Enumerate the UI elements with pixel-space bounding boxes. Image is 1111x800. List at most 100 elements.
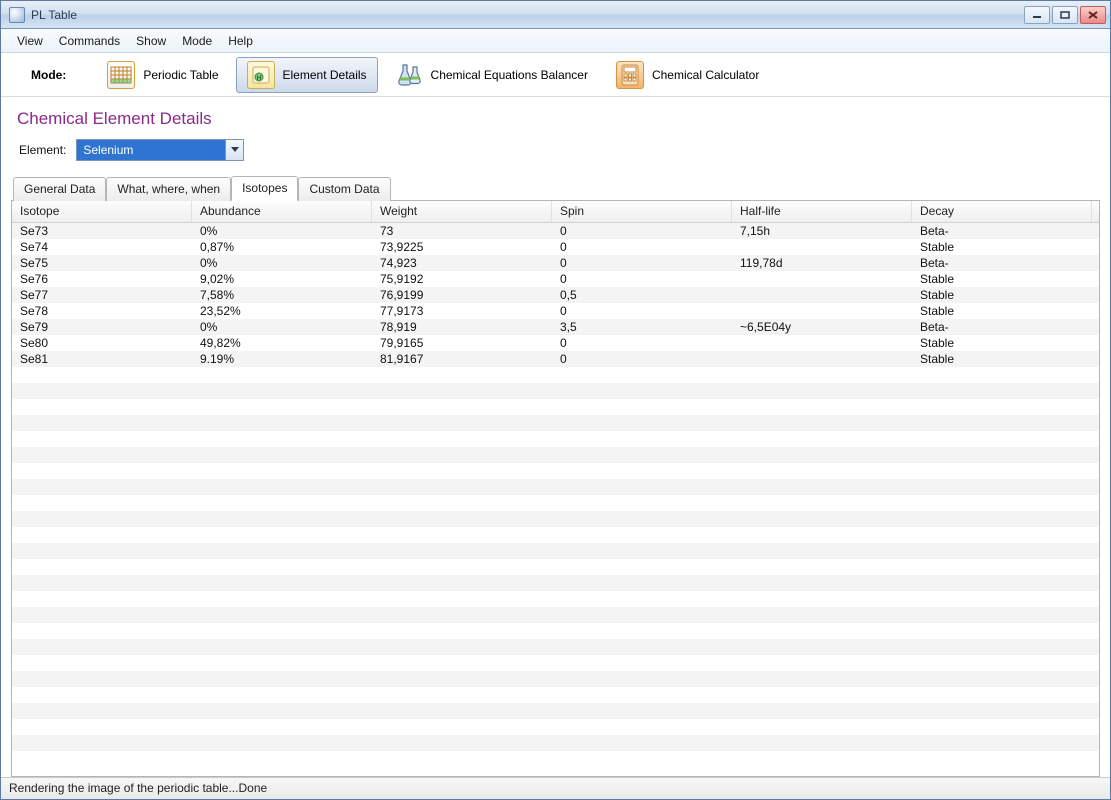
menubar: View Commands Show Mode Help (1, 29, 1110, 53)
element-label: Element: (19, 143, 66, 157)
table-row-empty (12, 751, 1099, 767)
table-cell: 0,5 (552, 288, 732, 302)
toolbar-periodic-table[interactable]: Periodic Table (96, 57, 229, 93)
tab-isotopes[interactable]: Isotopes (231, 176, 298, 201)
toolbar-label: Chemical Calculator (652, 68, 759, 82)
table-row[interactable]: Se819.19%81,91670 Stable (12, 351, 1099, 367)
table-cell: 0% (192, 320, 372, 334)
table-body[interactable]: Se730%7307,15hBeta-Se740,87%73,92250Stab… (12, 223, 1099, 776)
minimize-button[interactable] (1024, 6, 1050, 24)
table-row[interactable]: Se769,02%75,91920Stable (12, 271, 1099, 287)
table-row-empty (12, 383, 1099, 399)
table-row[interactable]: Se777,58%76,91990,5Stable (12, 287, 1099, 303)
table-cell: 78,919 (372, 320, 552, 334)
table-cell: 9.19% (192, 352, 372, 366)
svg-text:H: H (256, 75, 261, 82)
element-selector-row: Element: Selenium (19, 139, 1100, 161)
table-cell: Stable (912, 352, 1092, 366)
toolbar-equations-balancer[interactable]: Chemical Equations Balancer (384, 57, 599, 93)
table-cell: Stable (912, 304, 1092, 318)
menu-view[interactable]: View (9, 31, 51, 51)
table-row-empty (12, 559, 1099, 575)
table-cell: Se73 (12, 224, 192, 238)
window-controls (1024, 6, 1106, 24)
app-icon (9, 7, 25, 23)
table-cell: Stable (912, 336, 1092, 350)
table-row[interactable]: Se7823,52%77,91730Stable (12, 303, 1099, 319)
table-row-empty (12, 671, 1099, 687)
table-row-empty (12, 655, 1099, 671)
table-row-empty (12, 575, 1099, 591)
table-row[interactable]: Se8049,82%79,91650Stable (12, 335, 1099, 351)
table-cell: ~6,5E04y (732, 320, 912, 334)
column-weight[interactable]: Weight (372, 201, 552, 222)
table-cell: Se78 (12, 304, 192, 318)
table-cell: Beta- (912, 256, 1092, 270)
minimize-icon (1032, 11, 1042, 19)
toolbar-label: Element Details (283, 68, 367, 82)
table-row-empty (12, 527, 1099, 543)
column-isotope[interactable]: Isotope (12, 201, 192, 222)
table-cell: 0 (552, 272, 732, 286)
table-cell: Beta- (912, 320, 1092, 334)
table-row-empty (12, 639, 1099, 655)
table-row[interactable]: Se750%74,9230119,78dBeta- (12, 255, 1099, 271)
window-title: PL Table (31, 8, 77, 22)
table-cell: Beta- (912, 224, 1092, 238)
table-row-empty (12, 479, 1099, 495)
tab-custom-data[interactable]: Custom Data (298, 177, 390, 201)
table-cell: 9,02% (192, 272, 372, 286)
table-cell: 7,58% (192, 288, 372, 302)
table-row[interactable]: Se790%78,9193,5~6,5E04yBeta- (12, 319, 1099, 335)
table-cell: 81,9167 (372, 352, 552, 366)
table-row[interactable]: Se740,87%73,92250Stable (12, 239, 1099, 255)
menu-mode[interactable]: Mode (174, 31, 220, 51)
close-button[interactable] (1080, 6, 1106, 24)
table-row-empty (12, 367, 1099, 383)
periodic-grid-icon (107, 61, 135, 89)
tab-general-data[interactable]: General Data (13, 177, 106, 201)
table-cell: 49,82% (192, 336, 372, 350)
toolbar-label: Periodic Table (143, 68, 218, 82)
maximize-icon (1060, 11, 1070, 19)
table-cell: 0 (552, 256, 732, 270)
table-cell: 0 (552, 352, 732, 366)
column-spin[interactable]: Spin (552, 201, 732, 222)
table-cell: Se74 (12, 240, 192, 254)
table-cell: Stable (912, 288, 1092, 302)
tab-what-where-when[interactable]: What, where, when (106, 177, 231, 201)
table-cell: 77,9173 (372, 304, 552, 318)
table-cell: Se81 (12, 352, 192, 366)
table-row-empty (12, 463, 1099, 479)
toolbar-element-details[interactable]: H Element Details (236, 57, 378, 93)
table-header: Isotope Abundance Weight Spin Half-life … (12, 201, 1099, 223)
column-decay[interactable]: Decay (912, 201, 1092, 222)
table-cell: Se75 (12, 256, 192, 270)
menu-help[interactable]: Help (220, 31, 261, 51)
column-abundance[interactable]: Abundance (192, 201, 372, 222)
section-title: Chemical Element Details (17, 109, 1100, 129)
menu-show[interactable]: Show (128, 31, 174, 51)
table-row-empty (12, 431, 1099, 447)
table-row-empty (12, 399, 1099, 415)
table-cell: 73 (372, 224, 552, 238)
table-row-empty (12, 511, 1099, 527)
table-cell: 119,78d (732, 256, 912, 270)
toolbar: Mode: Periodic Table H Element Details C… (1, 53, 1110, 97)
menu-commands[interactable]: Commands (51, 31, 128, 51)
combobox-arrow[interactable] (225, 140, 243, 160)
table-cell: 0% (192, 256, 372, 270)
isotope-table: Isotope Abundance Weight Spin Half-life … (11, 200, 1100, 777)
toolbar-chemical-calculator[interactable]: Chemical Calculator (605, 57, 770, 93)
table-row[interactable]: Se730%7307,15hBeta- (12, 223, 1099, 239)
statusbar: Rendering the image of the periodic tabl… (1, 777, 1110, 799)
table-row-empty (12, 415, 1099, 431)
element-combobox[interactable]: Selenium (76, 139, 244, 161)
maximize-button[interactable] (1052, 6, 1078, 24)
table-cell: 0% (192, 224, 372, 238)
toolbar-label: Chemical Equations Balancer (431, 68, 588, 82)
chevron-down-icon (231, 147, 239, 153)
table-cell: 0,87% (192, 240, 372, 254)
column-half-life[interactable]: Half-life (732, 201, 912, 222)
table-row-empty (12, 719, 1099, 735)
